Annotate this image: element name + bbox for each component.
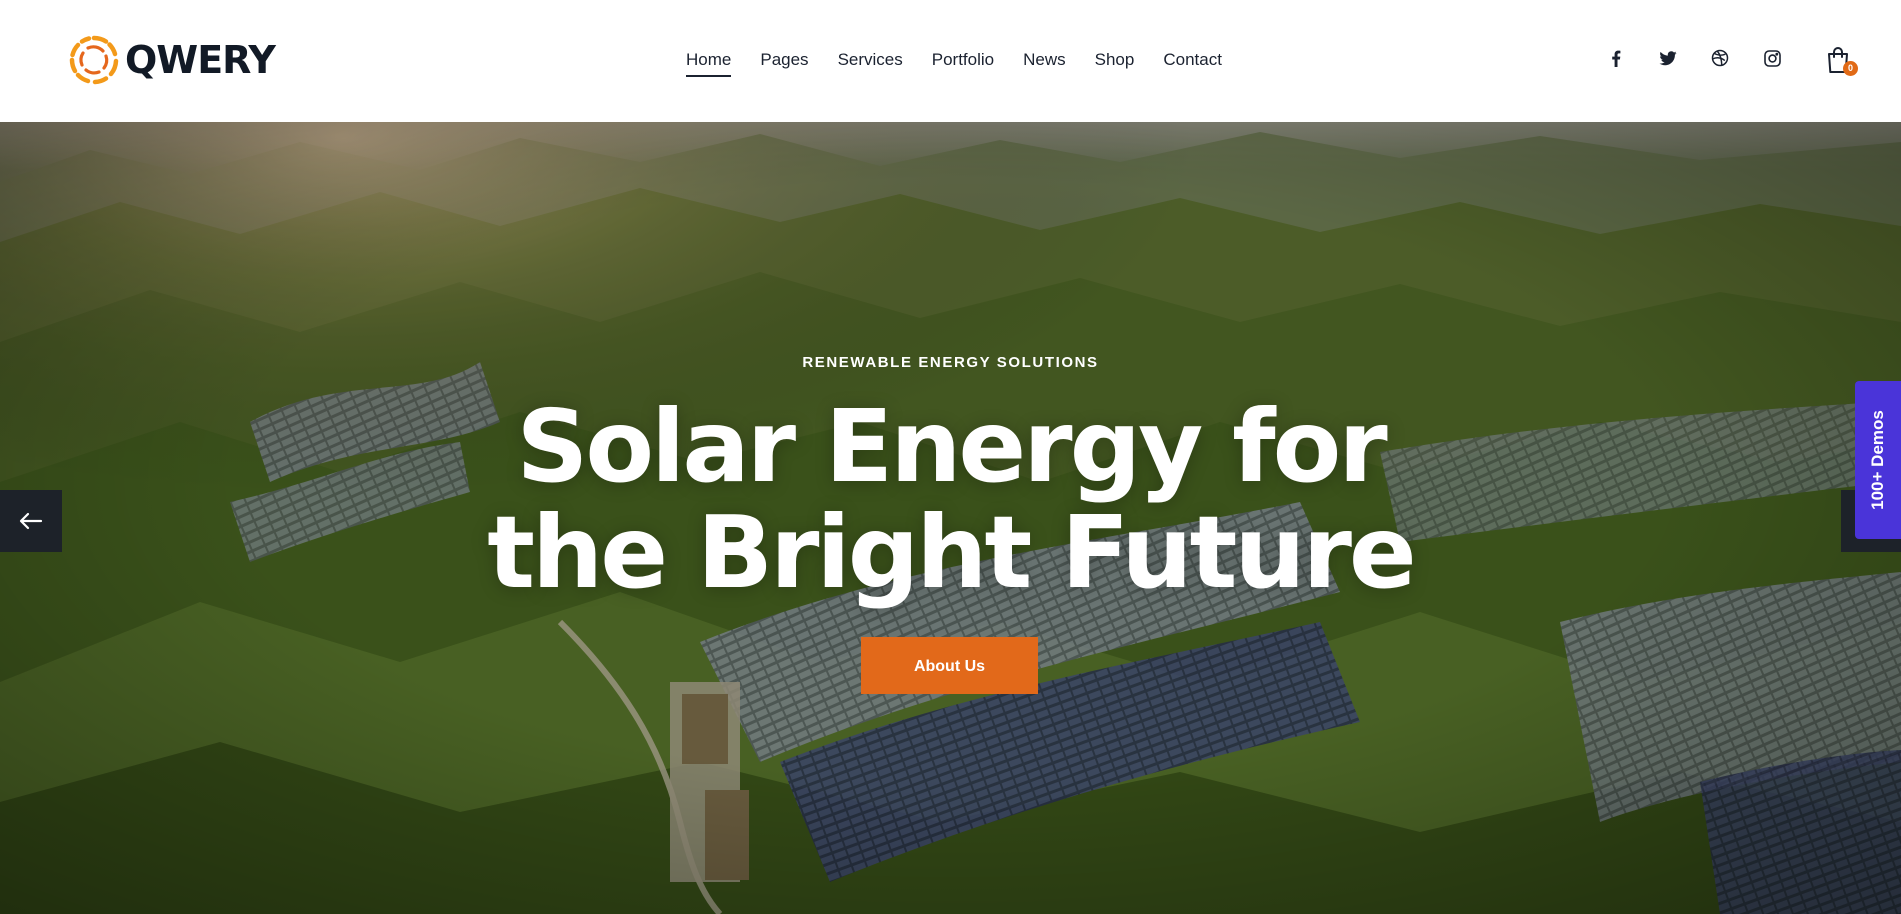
twitter-icon[interactable]: [1656, 46, 1680, 70]
hero-title-line-2: the Bright Future: [487, 494, 1417, 611]
nav-item-home[interactable]: Home: [686, 48, 732, 77]
hero-slider: RENEWABLE ENERGY SOLUTIONS Solar Energy …: [0, 122, 1901, 914]
social-links: [1604, 46, 1812, 70]
arrow-left-icon: [19, 512, 43, 530]
nav-item-shop[interactable]: Shop: [1095, 48, 1135, 72]
brand-name: QWERY: [125, 38, 276, 82]
site-header: QWERY Home Pages Services Portfolio News…: [0, 0, 1901, 122]
slider-prev-button[interactable]: [0, 490, 62, 552]
about-us-button[interactable]: About Us: [861, 637, 1038, 694]
nav-item-contact[interactable]: Contact: [1163, 48, 1222, 72]
hero-title-line-1: Solar Energy for: [516, 388, 1387, 505]
facebook-icon[interactable]: [1604, 46, 1628, 70]
cart-button[interactable]: 0: [1826, 46, 1858, 76]
dribbble-icon[interactable]: [1708, 46, 1732, 70]
hero-eyebrow: RENEWABLE ENERGY SOLUTIONS: [802, 354, 1099, 371]
logo-link[interactable]: QWERY: [67, 32, 276, 88]
cart-count-badge: 0: [1843, 61, 1858, 76]
demos-tab[interactable]: 100+ Demos: [1855, 381, 1901, 539]
main-nav: Home Pages Services Portfolio News Shop …: [686, 48, 1251, 77]
instagram-icon[interactable]: [1760, 46, 1784, 70]
sun-logo-icon: [69, 35, 119, 85]
hero-title: Solar Energy for the Bright Future: [0, 394, 1901, 606]
nav-item-news[interactable]: News: [1023, 48, 1066, 72]
nav-item-portfolio[interactable]: Portfolio: [932, 48, 994, 72]
nav-item-services[interactable]: Services: [838, 48, 903, 72]
demos-tab-label: 100+ Demos: [1868, 410, 1888, 510]
nav-item-pages[interactable]: Pages: [760, 48, 808, 72]
